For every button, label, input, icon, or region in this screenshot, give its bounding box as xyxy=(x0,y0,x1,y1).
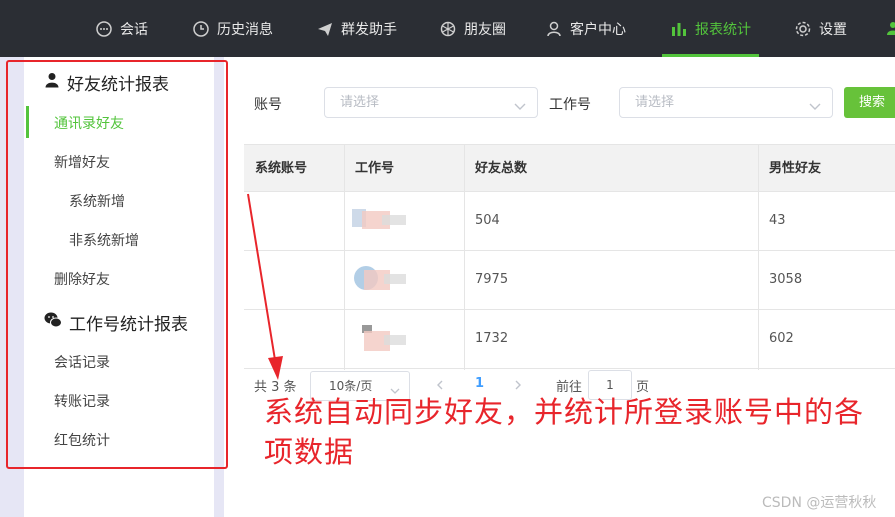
chevron-down-icon xyxy=(513,95,527,124)
annotation-text: 系统自动同步好友，并统计所登录账号中的各项数据 xyxy=(264,395,865,469)
annotation-arrow-icon xyxy=(247,193,283,380)
sidebar-item-chat-records[interactable]: 会话记录 xyxy=(54,352,110,372)
active-indicator xyxy=(26,106,29,138)
worknum-avatar xyxy=(352,205,410,237)
total-friends-cell: 504 xyxy=(475,213,500,228)
column-header: 工作号 xyxy=(355,161,395,176)
nav-item-chat[interactable]: 会话 xyxy=(95,0,148,57)
table-row[interactable]: 1732 602 xyxy=(244,310,895,369)
watermark: CSDN @运营秋秋 xyxy=(762,495,877,511)
table-row[interactable]: 504 43 xyxy=(244,192,895,251)
table-header: 系统账号 工作号 好友总数 男性好友 xyxy=(244,144,895,192)
table-row[interactable]: 7975 3058 xyxy=(244,251,895,310)
aperture-icon xyxy=(439,20,457,38)
nav-label: 设置 xyxy=(819,21,847,38)
sidebar-item-system-new[interactable]: 系统新增 xyxy=(69,191,125,211)
nav-item-customers[interactable]: 客户中心 xyxy=(545,0,626,57)
wechat-icon xyxy=(44,312,62,333)
user-avatar-icon[interactable] xyxy=(886,20,895,35)
user-icon xyxy=(545,20,563,38)
sidebar-group-friends: 好友统计报表 xyxy=(44,70,169,95)
male-friends-cell: 3058 xyxy=(769,272,803,287)
sidebar-item-deleted-friends[interactable]: 删除好友 xyxy=(54,269,110,289)
nav-label: 客户中心 xyxy=(570,21,626,38)
top-nav-bar: 会话 历史消息 群发助手 朋友圈 客户中心 报表统计 设置 xyxy=(0,0,895,57)
sidebar-item-new-friends[interactable]: 新增好友 xyxy=(54,152,110,172)
nav-label: 报表统计 xyxy=(695,21,751,38)
chat-icon xyxy=(95,20,113,38)
nav-item-moments[interactable]: 朋友圈 xyxy=(439,0,506,57)
male-friends-cell: 43 xyxy=(769,213,786,228)
sidebar-group-title: 工作号统计报表 xyxy=(69,315,188,335)
friends-table: 系统账号 工作号 好友总数 男性好友 504 43 7975 3058 1732… xyxy=(244,144,895,370)
sidebar-group-title: 好友统计报表 xyxy=(67,75,169,95)
account-label: 账号 xyxy=(254,97,282,113)
nav-label: 会话 xyxy=(120,21,148,38)
current-page-number[interactable]: 1 xyxy=(475,376,484,391)
sidebar-item-contacts[interactable]: 通讯录好友 xyxy=(54,113,124,133)
page-size-value: 10条/页 xyxy=(329,379,373,393)
nav-item-settings[interactable]: 设置 xyxy=(794,0,847,57)
sidebar-divider xyxy=(214,57,224,517)
nav-item-reports[interactable]: 报表统计 xyxy=(662,0,759,57)
nav-label: 朋友圈 xyxy=(464,21,506,38)
nav-item-broadcast[interactable]: 群发助手 xyxy=(316,0,397,57)
gear-icon xyxy=(794,20,812,38)
worknum-avatar xyxy=(352,264,410,296)
nav-item-history[interactable]: 历史消息 xyxy=(192,0,273,57)
sidebar-group-worknum: 工作号统计报表 xyxy=(44,310,188,335)
column-divider xyxy=(758,144,759,370)
worknum-placeholder: 请选择 xyxy=(635,95,675,110)
worknum-avatar xyxy=(352,323,410,355)
male-friends-cell: 602 xyxy=(769,331,794,346)
column-header: 好友总数 xyxy=(475,161,528,176)
worknum-label: 工作号 xyxy=(549,97,591,113)
bar-chart-icon xyxy=(670,20,688,38)
sidebar-item-transfer-records[interactable]: 转账记录 xyxy=(54,391,110,411)
account-select[interactable]: 请选择 xyxy=(324,87,538,118)
left-strip xyxy=(0,57,24,517)
total-friends-cell: 1732 xyxy=(475,331,509,346)
worknum-select[interactable]: 请选择 xyxy=(619,87,833,118)
account-placeholder: 请选择 xyxy=(340,95,380,110)
chevron-down-icon xyxy=(808,95,822,124)
send-icon xyxy=(316,20,334,38)
column-header: 男性好友 xyxy=(769,161,822,176)
nav-label: 历史消息 xyxy=(217,21,273,38)
nav-label: 群发助手 xyxy=(341,21,397,38)
sidebar-item-non-system-new[interactable]: 非系统新增 xyxy=(69,230,139,250)
column-header: 系统账号 xyxy=(255,161,308,176)
column-divider xyxy=(464,144,465,370)
clock-icon xyxy=(192,20,210,38)
person-icon xyxy=(44,72,60,93)
search-button[interactable]: 搜索 xyxy=(844,87,895,118)
column-divider xyxy=(344,144,345,370)
total-friends-cell: 7975 xyxy=(475,272,509,287)
sidebar-item-red-packet-stats[interactable]: 红包统计 xyxy=(54,430,110,450)
